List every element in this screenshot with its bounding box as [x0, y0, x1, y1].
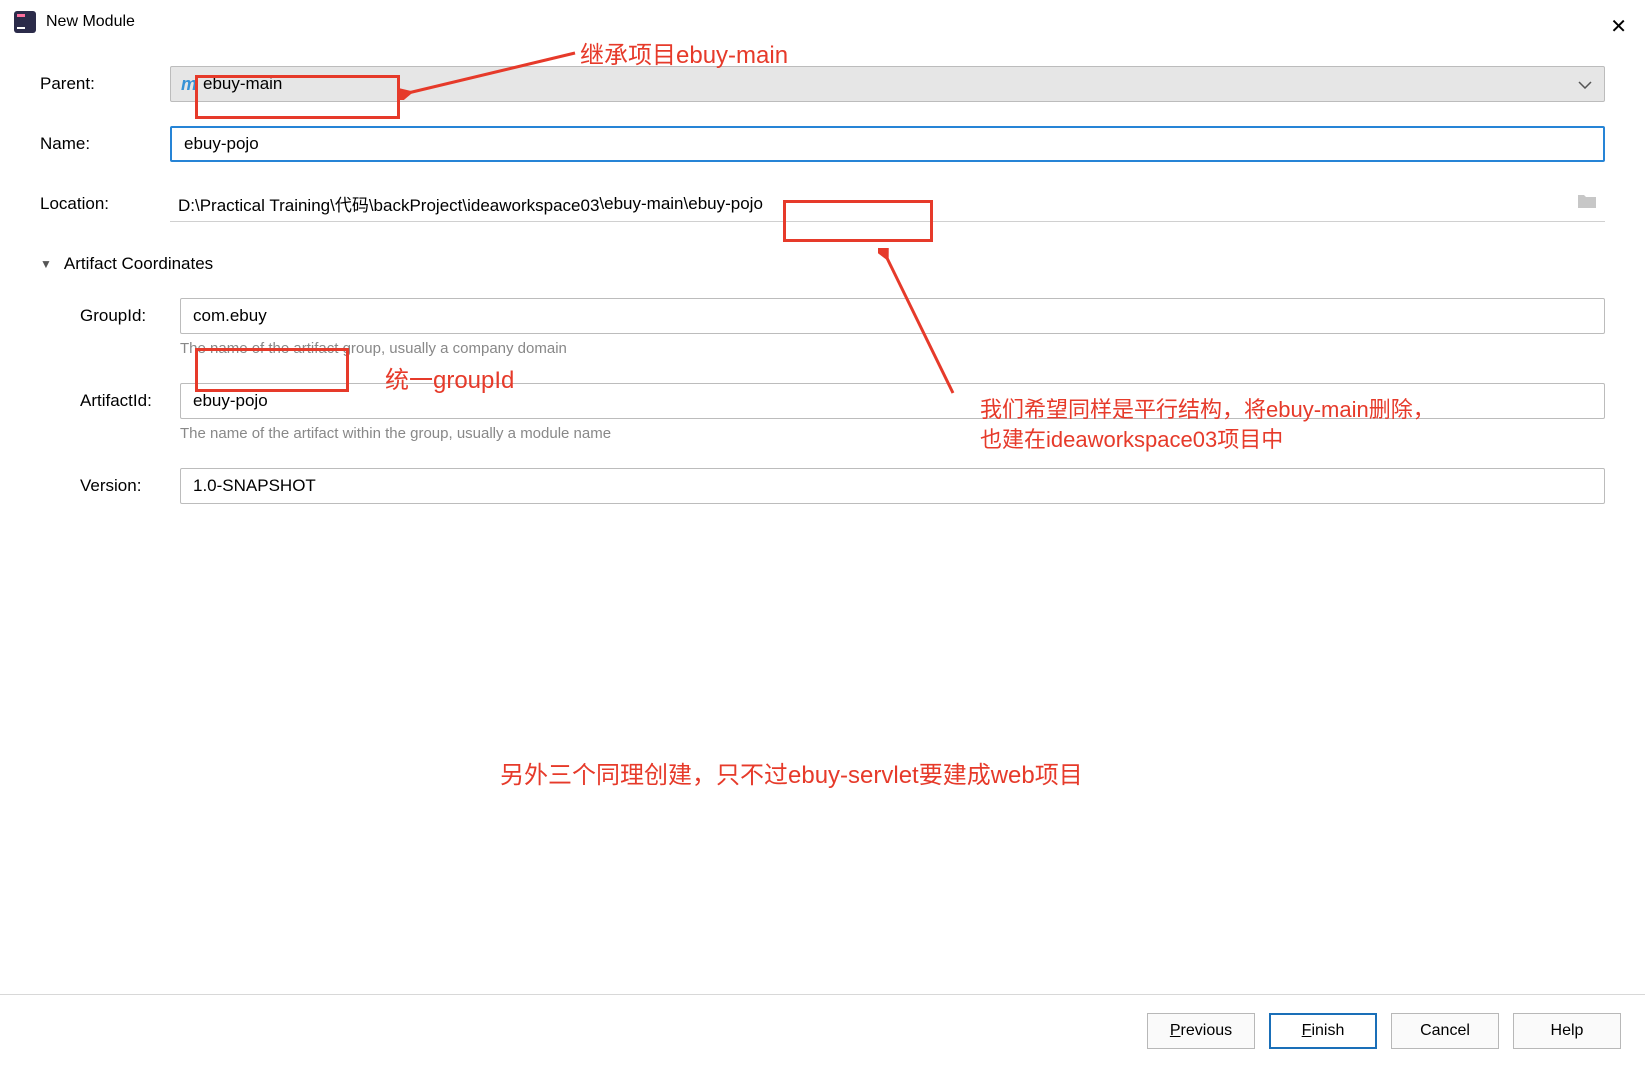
groupid-hint: The name of the artifact group, usually … [180, 340, 1605, 357]
artifactid-input[interactable] [180, 383, 1605, 419]
artifact-section-toggle[interactable]: ▼ Artifact Coordinates [40, 254, 1605, 274]
location-field[interactable]: D:\Practical Training\代码\backProject\ide… [170, 186, 1605, 222]
artifactid-hint: The name of the artifact within the grou… [180, 425, 1605, 442]
content: Parent: m ebuy-main Name: Location: D:\P… [0, 44, 1645, 504]
button-bar: Previous Finish Cancel Help [0, 994, 1645, 1067]
location-row: Location: D:\Practical Training\代码\backP… [40, 186, 1605, 222]
name-label: Name: [40, 134, 170, 154]
maven-icon: m [181, 74, 197, 95]
finish-button[interactable]: Finish [1269, 1013, 1377, 1049]
artifact-section: ▼ Artifact Coordinates GroupId: The name… [40, 254, 1605, 504]
artifact-section-title: Artifact Coordinates [64, 254, 213, 274]
version-row: Version: [80, 468, 1605, 504]
titlebar: New Module [0, 0, 1645, 44]
groupid-label: GroupId: [80, 306, 180, 326]
chevron-down-icon [1578, 76, 1592, 92]
anno-text-4: 另外三个同理创建，只不过ebuy-servlet要建成web项目 [500, 755, 1083, 790]
groupid-input[interactable] [180, 298, 1605, 334]
previous-button[interactable]: Previous [1147, 1013, 1255, 1049]
name-input[interactable] [170, 126, 1605, 162]
triangle-down-icon: ▼ [40, 257, 52, 271]
artifactid-row: ArtifactId: [80, 383, 1605, 419]
location-text-post: ebuy-pojo [688, 194, 763, 214]
version-label: Version: [80, 476, 180, 496]
parent-value: ebuy-main [203, 74, 282, 94]
version-input[interactable] [180, 468, 1605, 504]
parent-combo[interactable]: m ebuy-main [170, 66, 1605, 102]
window-title: New Module [46, 13, 135, 31]
help-button[interactable]: Help [1513, 1013, 1621, 1049]
cancel-button[interactable]: Cancel [1391, 1013, 1499, 1049]
parent-label: Parent: [40, 74, 170, 94]
close-icon[interactable]: ✕ [1610, 14, 1627, 39]
parent-row: Parent: m ebuy-main [40, 66, 1605, 102]
folder-icon[interactable] [1577, 193, 1597, 214]
intellij-icon [14, 11, 36, 33]
artifactid-label: ArtifactId: [80, 391, 180, 411]
location-label: Location: [40, 194, 170, 214]
location-text-pre: D:\Practical Training\代码\backProject\ide… [178, 191, 599, 216]
groupid-row: GroupId: [80, 298, 1605, 334]
location-text-mid: \ebuy-main\ [599, 194, 688, 214]
name-row: Name: [40, 126, 1605, 162]
